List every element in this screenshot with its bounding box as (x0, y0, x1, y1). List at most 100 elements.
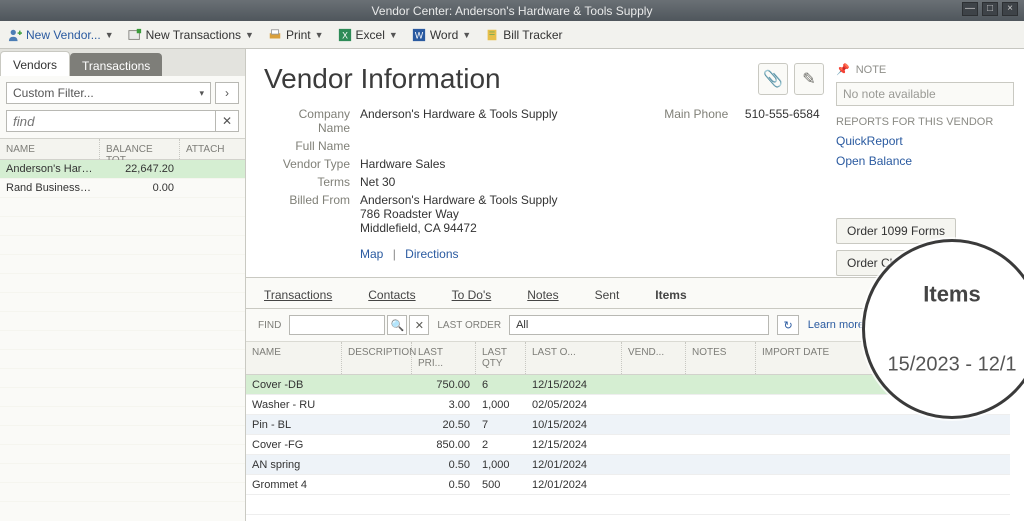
tab-todos-label: To Do's (452, 288, 492, 302)
label-type: Vendor Type (264, 157, 360, 171)
transactions-tab-label: Transactions (82, 59, 150, 73)
items-col-price[interactable]: LAST PRI... (412, 342, 476, 374)
tab-items[interactable]: Items (651, 284, 690, 308)
lastorder-value: All (516, 319, 528, 331)
attach-button[interactable]: 📎 (758, 63, 788, 95)
item-row[interactable]: Grommet 40.5050012/01/2024 (246, 475, 1010, 495)
bill-icon (485, 28, 499, 42)
col-balance[interactable]: BALANCE TOT... (100, 139, 180, 159)
main-toolbar: New Vendor...▼ New Transactions▼ Print▼ … (0, 21, 1024, 49)
item-name: Cover -DB (246, 379, 342, 391)
items-col-notes[interactable]: NOTES (686, 342, 756, 374)
items-header: NAME DESCRIPTION LAST PRI... LAST QTY LA… (246, 342, 1010, 375)
items-col-name[interactable]: NAME (246, 342, 342, 374)
label-billed: Billed From (264, 193, 360, 235)
items-find-input[interactable] (289, 315, 385, 335)
tab-notes[interactable]: Notes (523, 284, 562, 308)
note-box[interactable]: No note available (836, 82, 1014, 106)
openbalance-link[interactable]: Open Balance (836, 154, 1014, 168)
item-name: Grommet 4 (246, 479, 342, 491)
items-scroll-up[interactable]: ▲ (1010, 342, 1024, 362)
map-link[interactable]: Map (360, 247, 383, 261)
learn-more-link[interactable]: Learn more about managing vendor items (808, 319, 1012, 331)
word-icon: W (412, 28, 426, 42)
item-row[interactable]: AN spring0.501,00012/01/2024 (246, 455, 1010, 475)
items-col-import[interactable]: IMPORT DATE (756, 342, 1010, 374)
item-qty: 2 (476, 439, 526, 451)
tab-sent[interactable]: Sent (591, 284, 624, 308)
items-col-desc[interactable]: DESCRIPTION (342, 342, 412, 374)
items-col-qty[interactable]: LAST QTY (476, 342, 526, 374)
pencil-icon: ✎ (802, 69, 815, 89)
new-transactions-icon (128, 28, 142, 42)
order-checks-button[interactable]: Order Checks (836, 250, 932, 276)
close-icon: ✕ (222, 114, 232, 128)
value-phone: 510-555-6584 (745, 107, 820, 121)
note-placeholder: No note available (843, 87, 936, 101)
label-company: Company Name (264, 107, 360, 135)
order-1099-label: Order 1099 Forms (847, 224, 945, 238)
item-row[interactable]: Cover -FG850.00212/15/2024 (246, 435, 1010, 455)
item-row[interactable]: Washer - RU3.001,00002/05/2024 (246, 395, 1010, 415)
new-vendor-button[interactable]: New Vendor...▼ (8, 28, 114, 42)
tab-contacts[interactable]: Contacts (364, 284, 419, 308)
items-body[interactable]: Cover -DB750.00612/15/2024 Washer - RU 3.0… (246, 375, 1010, 515)
vendor-find-clear-button[interactable]: ✕ (215, 110, 239, 132)
vendor-row[interactable]: Rand Business Su...0.00 (0, 179, 245, 198)
quickreport-link[interactable]: QuickReport (836, 134, 1014, 148)
item-price: 3.00 (412, 399, 476, 411)
find-label: FIND (258, 320, 281, 331)
vendor-balance: 22,647.20 (100, 163, 180, 175)
item-date: 02/05/2024 (526, 399, 622, 411)
directions-link[interactable]: Directions (405, 247, 458, 261)
transactions-tab[interactable]: Transactions (70, 53, 162, 76)
new-vendor-label: New Vendor... (26, 28, 101, 42)
filter-combo[interactable]: Custom Filter... ▾ (6, 82, 211, 104)
note-header: NOTE (856, 64, 887, 76)
close-icon: ✕ (415, 319, 424, 332)
items-toolbar: FIND 🔍 ✕ LAST ORDER All ↻ Learn more abo… (246, 309, 1024, 342)
maximize-button[interactable]: □ (982, 2, 998, 16)
label-fullname: Full Name (264, 139, 360, 153)
excel-button[interactable]: X Excel▼ (338, 28, 398, 42)
col-name[interactable]: NAME (0, 139, 100, 159)
items-col-vend[interactable]: VEND... (622, 342, 686, 374)
word-button[interactable]: W Word▼ (412, 28, 471, 42)
minimize-button[interactable]: — (962, 2, 978, 16)
item-date: 12/15/2024 (526, 439, 622, 451)
tab-todos[interactable]: To Do's (448, 284, 496, 308)
lastorder-combo[interactable]: All (509, 315, 769, 335)
item-qty: 1,000 (476, 459, 526, 471)
bill-tracker-label: Bill Tracker (503, 28, 562, 42)
item-qty: 7 (476, 419, 526, 431)
bill-tracker-button[interactable]: Bill Tracker (485, 28, 562, 42)
filter-forward-button[interactable]: › (215, 82, 239, 104)
vendor-balance: 0.00 (100, 182, 180, 194)
svg-text:X: X (342, 30, 348, 40)
items-find-clear-button[interactable]: ✕ (409, 315, 429, 335)
left-panel: Vendors Transactions Custom Filter... ▾ … (0, 49, 246, 521)
window-title: Vendor Center: Anderson's Hardware & Too… (372, 4, 653, 18)
vendor-list[interactable]: Anderson's Hardwa...22,647.20Rand Busine… (0, 160, 245, 521)
vendors-tab[interactable]: Vendors (0, 51, 70, 76)
refresh-button[interactable]: ↻ (777, 315, 799, 335)
edit-button[interactable]: ✎ (794, 63, 824, 95)
order-1099-button[interactable]: Order 1099 Forms (836, 218, 956, 244)
col-attach[interactable]: ATTACH (180, 139, 245, 159)
item-name: Washer - RU (246, 399, 342, 411)
item-date: 12/01/2024 (526, 459, 622, 471)
item-price: 850.00 (412, 439, 476, 451)
tab-transactions[interactable]: Transactions (260, 284, 336, 308)
vendors-tab-label: Vendors (13, 58, 57, 72)
vendor-find-input[interactable] (6, 110, 216, 132)
close-button[interactable]: × (1002, 2, 1018, 16)
print-button[interactable]: Print▼ (268, 28, 324, 42)
items-find-search-button[interactable]: 🔍 (387, 315, 407, 335)
items-col-date[interactable]: LAST O... (526, 342, 622, 374)
vendor-row[interactable]: Anderson's Hardwa...22,647.20 (0, 160, 245, 179)
tab-notes-label: Notes (527, 288, 558, 302)
item-date: 12/15/2024 (526, 379, 622, 391)
item-row[interactable]: Cover -DB750.00612/15/2024 (246, 375, 1010, 395)
item-row[interactable]: Pin - BL20.50710/15/2024 (246, 415, 1010, 435)
new-transactions-button[interactable]: New Transactions▼ (128, 28, 254, 42)
